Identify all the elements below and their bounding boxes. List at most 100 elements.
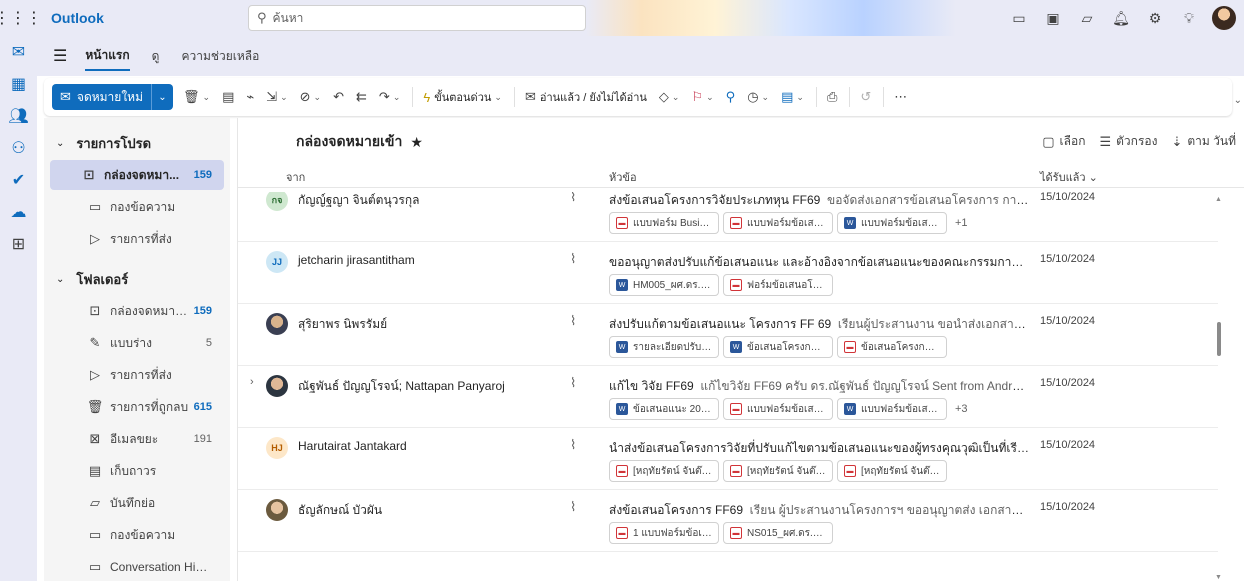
archive-button[interactable]: ▤	[222, 89, 234, 105]
rules-button[interactable]: ▤ ⌄	[781, 89, 804, 105]
more-attachments[interactable]: +3	[955, 403, 968, 415]
select-button[interactable]: ▢ เลือก	[1042, 132, 1085, 151]
more-options-button[interactable]: ⋯	[894, 89, 907, 105]
chevron-down-icon[interactable]: ⌄	[672, 92, 680, 103]
attachment-chip[interactable]: ▬ แบบฟอร์มข้อเสนอ...	[723, 398, 833, 420]
star-icon[interactable]: ★	[410, 134, 423, 151]
forward-button[interactable]: ↷ ⌄	[379, 89, 400, 105]
col-subject[interactable]: หัวข้อ	[609, 168, 637, 186]
read-unread-button[interactable]: ✉ อ่านแล้ว / ยังไม่ได้อ่าน	[525, 88, 647, 106]
tab-help[interactable]: ความช่วยเหลือ	[181, 43, 259, 70]
chevron-down-icon[interactable]: ⌄	[280, 92, 288, 103]
chevron-right-icon[interactable]: ›	[250, 376, 254, 388]
report-button[interactable]: ⊘ ⌄	[300, 89, 321, 105]
onedrive-app-icon[interactable]: ☁	[0, 196, 37, 228]
attachment-chip[interactable]: W ข้อเสนอแนะ 2024...	[609, 398, 719, 420]
app-launcher-icon[interactable]: ⋮⋮⋮	[0, 0, 42, 36]
attachment-chip[interactable]: ▬ [หฤทัยรัตน์ จันต๊ะค...	[609, 460, 719, 482]
message-row[interactable]: HJ Harutairat Jantakard ⌇ นำส่งข้อเสนอโค…	[238, 428, 1218, 490]
scroll-up-icon[interactable]: ▲	[1215, 196, 1222, 203]
message-row[interactable]: ธัญลักษณ์ บัวผัน ⌇ ส่งข้อเสนอโครงการ FF6…	[238, 490, 1218, 552]
search-input[interactable]: ⚲ ค้นหา	[248, 5, 586, 31]
sort-button[interactable]: ⇣ ตาม วันที่	[1171, 132, 1236, 151]
calendar-app-icon[interactable]: ▦	[0, 68, 37, 100]
hamburger-icon[interactable]: ☰	[53, 46, 67, 66]
attachment-chip[interactable]: W แบบฟอร์มข้อเสนอ...	[837, 398, 947, 420]
flag-button[interactable]: ⚐ ⌄	[691, 89, 713, 105]
favorite-inbox[interactable]: ⊡ กล่องจดหมา... 159	[50, 160, 224, 190]
attachment-chip[interactable]: W รายละเอียดปรับแก้...	[609, 336, 719, 358]
todo-app-icon[interactable]: ✔	[0, 164, 37, 196]
favorite-outbox[interactable]: ▭ กองข้อความ	[50, 192, 224, 222]
chevron-down-icon[interactable]: ⌄	[762, 92, 770, 103]
attachment-chip[interactable]: W ข้อเสนอโครงการ F...	[723, 336, 833, 358]
attachment-chip[interactable]: ▬ แบบฟอร์มข้อเสนอ...	[723, 212, 833, 234]
chevron-down-icon[interactable]: ⌄	[151, 84, 173, 110]
tab-view[interactable]: ดู	[152, 43, 160, 70]
message-row[interactable]: สุริยาพร นิพรรัมย์ ⌇ ส่งปรับแก้ตามข้อเสน…	[238, 304, 1218, 366]
tab-home[interactable]: หน้าแรก	[85, 42, 130, 71]
reply-all-button[interactable]: ⇇	[356, 89, 367, 105]
folder-archive[interactable]: ▤ เก็บถาวร	[50, 456, 224, 486]
print-button[interactable]: ⎙	[827, 89, 837, 105]
folder-outbox[interactable]: ▭ กองข้อความ	[50, 520, 224, 550]
snooze-button[interactable]: ◷ ⌄	[747, 89, 769, 105]
lightbulb-icon[interactable]: 💡︎	[1172, 0, 1206, 36]
chevron-down-icon[interactable]: ⌄	[494, 92, 502, 103]
meet-now-icon[interactable]: ▭	[1002, 0, 1036, 36]
filter-button[interactable]: ☰ ตัวกรอง	[1099, 132, 1157, 151]
attachment-chip[interactable]: ▬ 1 แบบฟอร์มข้อเส...	[609, 522, 719, 544]
move-button[interactable]: ⇲ ⌄	[266, 89, 287, 105]
folder-notes[interactable]: ▱ บันทึกย่อ	[50, 488, 224, 518]
chevron-down-icon[interactable]: ⌄	[314, 92, 322, 103]
favorites-header[interactable]: ⌄ รายการโปรด	[44, 128, 230, 158]
attachment-chip[interactable]: ▬ ข้อเสนอโครงการ F...	[837, 336, 947, 358]
chevron-down-icon[interactable]: ⌄	[393, 92, 401, 103]
folder-junk[interactable]: ⊠ อีเมลขยะ 191	[50, 424, 224, 454]
attachment-chip[interactable]: ▬ ฟอร์มข้อเสนอโครง...	[723, 274, 833, 296]
folder-sent[interactable]: ▷ รายการที่ส่ง	[50, 360, 224, 390]
undo-button[interactable]: ↺	[860, 89, 871, 105]
chevron-down-icon[interactable]: ⌄	[706, 92, 714, 103]
pin-button[interactable]: ⚲	[726, 89, 736, 105]
groups-app-icon[interactable]: ⚇	[0, 132, 37, 164]
folders-header[interactable]: ⌄ โฟลเดอร์	[44, 264, 230, 294]
more-apps-icon[interactable]: ⊞	[0, 228, 37, 260]
favorite-sent[interactable]: ▷ รายการที่ส่ง	[50, 224, 224, 254]
folder-drafts[interactable]: ✎ แบบร่าง 5	[50, 328, 224, 358]
folder-deleted[interactable]: 🗑︎ รายการที่ถูกลบ 615	[50, 392, 224, 422]
attachment-chip[interactable]: W HM005_ผศ.ดร.เจ...	[609, 274, 719, 296]
chevron-down-icon[interactable]: ⌄	[203, 92, 211, 103]
categorize-button[interactable]: ◇ ⌄	[659, 89, 680, 105]
attachment-chip[interactable]: W แบบฟอร์มข้อเสนอ...	[837, 212, 947, 234]
attachment-chip[interactable]: ▬ NS015_ผศ.ดร.ธั...	[723, 522, 833, 544]
folder-conversation-history[interactable]: ▭ Conversation Histo...	[50, 552, 224, 581]
scrollbar-thumb[interactable]	[1217, 322, 1221, 356]
attachment-chip[interactable]: ▬ [หฤทัยรัตน์ จันต๊ะค...	[723, 460, 833, 482]
message-row[interactable]: กจ กัญญ์ฐญา จินต์ตนุวรกุล ⌇ ส่งข้อเสนอโค…	[238, 192, 1218, 242]
avatar[interactable]	[1212, 6, 1236, 30]
col-received[interactable]: ได้รับแล้ว ⌄	[1040, 168, 1098, 186]
quick-steps-button[interactable]: ϟ ขั้นตอนด่วน ⌄	[423, 88, 502, 106]
folder-inbox[interactable]: ⊡ กล่องจดหมายเข้า 159	[50, 296, 224, 326]
new-mail-main[interactable]: ✉ จดหมายใหม่	[52, 84, 151, 110]
office-icon[interactable]: ▣	[1036, 0, 1070, 36]
feedback-icon[interactable]: ▱	[1070, 0, 1104, 36]
mail-app-icon[interactable]: ✉	[0, 36, 37, 68]
attachment-chip[interactable]: ▬ [หฤทัยรัตน์ จันต๊ะค...	[837, 460, 947, 482]
sweep-button[interactable]: ⌁	[246, 89, 254, 105]
attachment-chip[interactable]: ▬ แบบฟอร์ม Busine...	[609, 212, 719, 234]
ribbon-expand-icon[interactable]: ⌄	[1234, 95, 1242, 106]
new-mail-button[interactable]: ✉ จดหมายใหม่ ⌄	[52, 84, 173, 110]
message-row[interactable]: JJ jetcharin jirasantitham ⌇ ขออนุญาตส่ง…	[238, 242, 1218, 304]
gear-icon[interactable]: ⚙	[1138, 0, 1172, 36]
col-from[interactable]: จาก	[286, 168, 305, 186]
reply-button[interactable]: ↶	[333, 89, 344, 105]
chevron-down-icon[interactable]: ⌄	[796, 92, 804, 103]
app-brand[interactable]: Outlook	[51, 10, 104, 26]
scroll-down-icon[interactable]: ▼	[1215, 574, 1222, 581]
more-attachments[interactable]: +1	[955, 217, 968, 229]
delete-button[interactable]: 🗑︎ ⌄	[183, 89, 210, 105]
bell-icon[interactable]: 🔔︎	[1104, 0, 1138, 36]
people-app-icon[interactable]: 👥︎	[0, 100, 37, 132]
